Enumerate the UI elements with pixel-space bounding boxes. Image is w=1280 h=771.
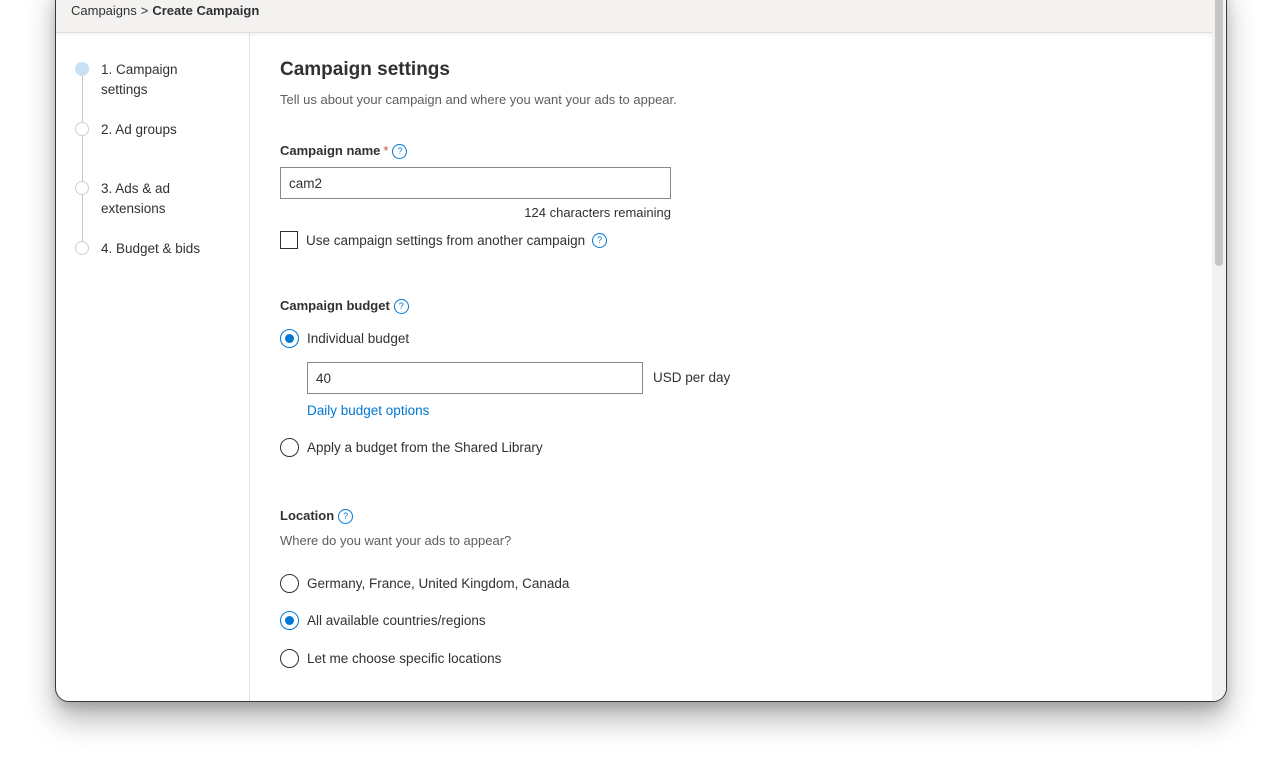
budget-period: per day (685, 370, 731, 385)
step-status-dot-icon (75, 62, 89, 76)
scrollbar-thumb[interactable] (1215, 0, 1223, 266)
step-status-dot-icon (75, 122, 89, 136)
location-option-label: Let me choose specific locations (307, 651, 502, 666)
daily-budget-input[interactable] (307, 362, 643, 394)
app-window: Campaigns > Create Campaign 1. Campaign se… (55, 0, 1227, 702)
individual-budget-radio[interactable] (280, 329, 299, 348)
location-option-label: Germany, France, United Kingdom, Canada (307, 576, 570, 591)
shared-budget-option[interactable]: Apply a budget from the Shared Library (280, 438, 543, 457)
characters-remaining: 124 characters remaining (524, 205, 671, 220)
steps-connector-line (82, 75, 83, 245)
location-option-row[interactable]: Let me choose specific locations (280, 649, 501, 668)
step-status-dot-icon (75, 241, 89, 255)
daily-budget-options-link[interactable]: Daily budget options (307, 403, 429, 418)
copy-settings-checkbox[interactable] (280, 231, 298, 249)
location-option-radio[interactable] (280, 649, 299, 668)
shared-budget-label: Apply a budget from the Shared Library (307, 440, 543, 455)
location-question: Where do you want your ads to appear? (280, 533, 512, 548)
help-icon[interactable]: ? (338, 509, 354, 525)
help-icon[interactable]: ? (592, 232, 608, 248)
campaign-name-label-text: Campaign name (280, 143, 381, 158)
wizard-steps-sidebar: 1. Campaign settings 2. Ad groups 3. Ads… (56, 33, 250, 701)
copy-settings-row[interactable]: Use campaign settings from another campa… (280, 231, 608, 249)
budget-currency: USD (653, 370, 682, 385)
location-option-label: All available countries/regions (307, 613, 486, 628)
campaign-budget-label: Campaign budget? (280, 298, 409, 315)
breadcrumb-separator: > (140, 3, 149, 18)
required-marker: * (383, 143, 389, 158)
breadcrumb-bar: Campaigns > Create Campaign (56, 0, 1212, 33)
campaign-settings-form: Campaign settings Tell us about your cam… (280, 33, 1206, 701)
location-option-row[interactable]: Germany, France, United Kingdom, Canada (280, 574, 569, 593)
help-icon[interactable]: ? (393, 299, 409, 315)
individual-budget-label: Individual budget (307, 331, 410, 346)
shared-budget-radio[interactable] (280, 438, 299, 457)
campaign-name-label: Campaign name *? (280, 143, 408, 160)
step-label: 1. Campaign settings (101, 62, 178, 97)
budget-unit: USD per day (653, 370, 730, 385)
location-option-radio[interactable] (280, 611, 299, 630)
campaign-name-input[interactable] (280, 167, 671, 199)
help-icon[interactable]: ? (392, 144, 408, 160)
individual-budget-option[interactable]: Individual budget (280, 329, 409, 348)
step-status-dot-icon (75, 181, 89, 195)
campaign-budget-label-text: Campaign budget (280, 298, 390, 313)
location-option-radio[interactable] (280, 574, 299, 593)
step-label: 2. Ad groups (101, 122, 177, 137)
vertical-scrollbar[interactable] (1212, 0, 1226, 701)
page-title: Campaign settings (280, 59, 450, 80)
breadcrumb-current: Create Campaign (152, 3, 260, 18)
breadcrumb: Campaigns > Create Campaign (71, 3, 259, 18)
location-label: Location? (280, 508, 354, 525)
step-label: 3. Ads & ad extensions (101, 181, 171, 216)
location-label-text: Location (280, 508, 335, 523)
breadcrumb-campaigns-link[interactable]: Campaigns (71, 3, 137, 18)
location-option-row[interactable]: All available countries/regions (280, 611, 486, 630)
page-subtitle: Tell us about your campaign and where yo… (280, 92, 677, 107)
copy-settings-label: Use campaign settings from another campa… (306, 232, 586, 248)
step-label: 4. Budget & bids (101, 241, 201, 256)
